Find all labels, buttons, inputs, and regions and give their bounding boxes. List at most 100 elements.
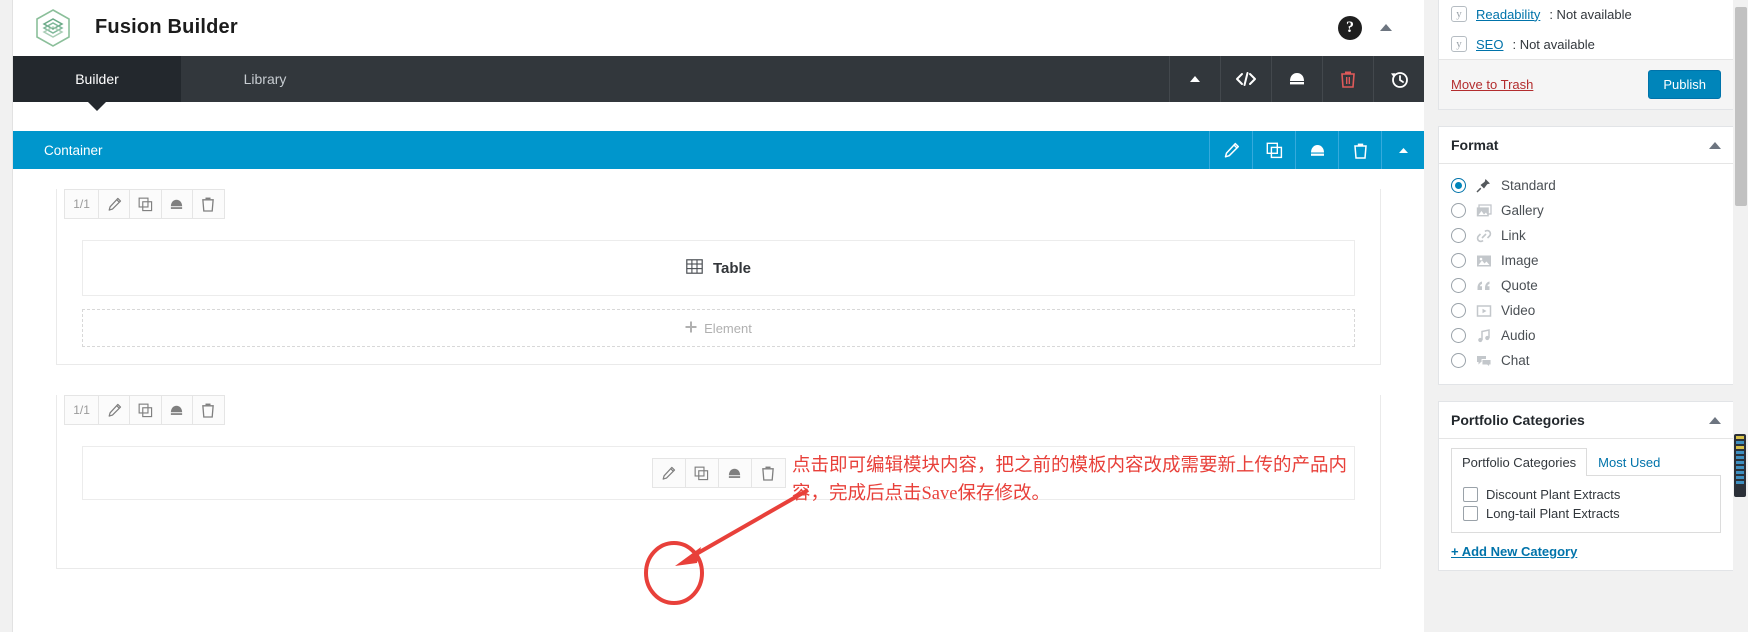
portfolio-title: Portfolio Categories xyxy=(1451,412,1585,428)
chevron-up-icon[interactable] xyxy=(1709,141,1721,149)
chevron-up-icon[interactable] xyxy=(1709,416,1721,424)
column-clone-button[interactable] xyxy=(130,396,162,424)
delete-all-button[interactable] xyxy=(1322,56,1373,102)
format-box-header[interactable]: Format xyxy=(1439,127,1733,164)
sidebar-scrollbar-track[interactable] xyxy=(1733,0,1748,632)
column-delete-button[interactable] xyxy=(193,190,224,218)
element-hover-toolbar xyxy=(651,458,786,488)
help-question-icon[interactable]: ? xyxy=(1338,15,1362,40)
element-delete-button[interactable] xyxy=(752,459,785,487)
element-placeholder[interactable] xyxy=(82,446,1355,500)
container-edit-button[interactable] xyxy=(1209,131,1252,169)
radio-link[interactable] xyxy=(1451,228,1466,243)
add-element-label: Element xyxy=(704,320,752,336)
column-block: 1/1 xyxy=(56,395,1381,569)
format-option-link[interactable]: Link xyxy=(1451,223,1721,248)
tab-library-label: Library xyxy=(243,71,287,87)
builder-tabbar: Builder Library xyxy=(13,56,1424,102)
fusion-layers-logo-icon xyxy=(31,6,75,50)
column-block: 1/1 xyxy=(56,189,1381,365)
builder-panel: Fusion Builder ? Builder Library Contain… xyxy=(12,0,1424,632)
chevron-up-icon[interactable] xyxy=(1380,24,1392,31)
seo-value: : Not available xyxy=(1512,36,1595,52)
radio-video[interactable] xyxy=(1451,303,1466,318)
header-right-actions: ? xyxy=(1338,15,1410,40)
format-option-gallery[interactable]: Gallery xyxy=(1451,198,1721,223)
readability-link[interactable]: Readability xyxy=(1476,7,1540,22)
format-option-quote[interactable]: Quote xyxy=(1451,273,1721,298)
column-fraction-label: 1/1 xyxy=(65,396,100,424)
format-label-image: Image xyxy=(1501,253,1539,268)
category-row[interactable]: Long-tail Plant Extracts xyxy=(1463,504,1709,523)
column-edit-button[interactable] xyxy=(99,190,131,218)
column-delete-button[interactable] xyxy=(193,396,224,424)
element-save-button[interactable] xyxy=(719,459,752,487)
format-label-chat: Chat xyxy=(1501,353,1530,368)
portfolio-box-header[interactable]: Portfolio Categories xyxy=(1439,402,1733,439)
tab-library[interactable]: Library xyxy=(181,56,349,102)
builder-toolbar xyxy=(1169,56,1424,102)
format-label-gallery: Gallery xyxy=(1501,203,1544,218)
column-edit-button[interactable] xyxy=(99,396,131,424)
seo-link[interactable]: SEO xyxy=(1476,37,1503,52)
container-delete-button[interactable] xyxy=(1338,131,1381,169)
format-label-standard: Standard xyxy=(1501,178,1556,193)
readability-value: : Not available xyxy=(1549,6,1632,22)
container-collapse-button[interactable] xyxy=(1381,131,1424,169)
sidebar-scrollbar-thumb[interactable] xyxy=(1735,7,1747,206)
column-save-button[interactable] xyxy=(162,190,193,218)
save-template-button[interactable] xyxy=(1271,56,1322,102)
add-new-category-label[interactable]: + Add New Category xyxy=(1451,544,1577,559)
checkbox-discount-plant-extracts[interactable] xyxy=(1463,487,1478,502)
tab-most-used[interactable]: Most Used xyxy=(1587,448,1671,476)
tab-portfolio-categories[interactable]: Portfolio Categories xyxy=(1451,448,1588,476)
scroll-indicator-widget[interactable] xyxy=(1734,434,1746,497)
container-clone-button[interactable] xyxy=(1252,131,1295,169)
link-chain-icon xyxy=(1475,227,1492,244)
yoast-readability-row: y Readability: Not available xyxy=(1439,0,1733,29)
radio-quote[interactable] xyxy=(1451,278,1466,293)
radio-standard[interactable] xyxy=(1451,178,1466,193)
format-option-chat[interactable]: Chat xyxy=(1451,348,1721,373)
collapse-all-button[interactable] xyxy=(1169,56,1220,102)
radio-audio[interactable] xyxy=(1451,328,1466,343)
column-toolbar: 1/1 xyxy=(64,189,225,219)
radio-image[interactable] xyxy=(1451,253,1466,268)
portfolio-body: Portfolio Categories Most Used Discount … xyxy=(1439,439,1733,570)
image-icon xyxy=(1475,252,1492,269)
publish-button[interactable]: Publish xyxy=(1648,70,1721,99)
format-option-standard[interactable]: Standard xyxy=(1451,173,1721,198)
portfolio-categories-box: Portfolio Categories Portfolio Categorie… xyxy=(1438,401,1734,571)
tab-builder[interactable]: Builder xyxy=(13,56,181,102)
element-edit-button[interactable] xyxy=(653,459,686,487)
column-clone-button[interactable] xyxy=(130,190,162,218)
category-row[interactable]: Discount Plant Extracts xyxy=(1463,485,1709,504)
move-to-trash-link[interactable]: Move to Trash xyxy=(1451,77,1533,92)
radio-gallery[interactable] xyxy=(1451,203,1466,218)
format-option-audio[interactable]: Audio xyxy=(1451,323,1721,348)
column-save-button[interactable] xyxy=(162,396,193,424)
format-box: Format Standard Gallery Link Image Quote… xyxy=(1438,126,1734,385)
radio-chat[interactable] xyxy=(1451,353,1466,368)
fusion-builder-screen: Fusion Builder ? Builder Library Contain… xyxy=(0,0,1748,632)
tab-builder-label: Builder xyxy=(75,71,119,87)
category-label: Long-tail Plant Extracts xyxy=(1486,506,1620,521)
element-clone-button[interactable] xyxy=(686,459,719,487)
format-label-video: Video xyxy=(1501,303,1536,318)
publish-actions: Move to Trash Publish xyxy=(1439,59,1733,109)
format-label-link: Link xyxy=(1501,228,1526,243)
element-table[interactable]: Table xyxy=(82,240,1355,296)
quote-icon xyxy=(1475,277,1492,294)
format-option-video[interactable]: Video xyxy=(1451,298,1721,323)
pin-icon xyxy=(1475,177,1492,194)
code-view-button[interactable] xyxy=(1220,56,1271,102)
container-save-button[interactable] xyxy=(1295,131,1338,169)
history-button[interactable] xyxy=(1373,56,1424,102)
container-actions xyxy=(1209,131,1424,169)
table-grid-icon xyxy=(686,258,703,278)
checkbox-long-tail-plant-extracts[interactable] xyxy=(1463,506,1478,521)
column-fraction-label: 1/1 xyxy=(65,190,100,218)
format-title: Format xyxy=(1451,137,1499,153)
format-option-image[interactable]: Image xyxy=(1451,248,1721,273)
add-element-button[interactable]: Element xyxy=(82,309,1355,347)
